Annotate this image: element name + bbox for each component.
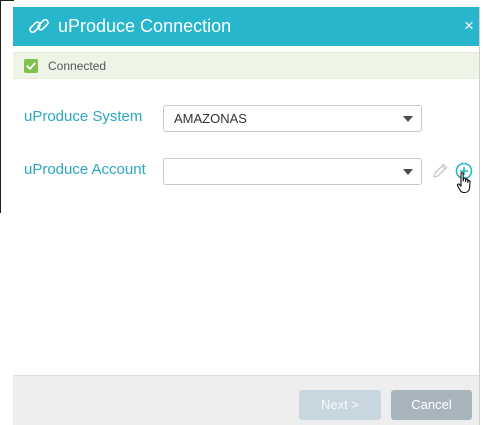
background-window-edge	[0, 0, 1, 213]
system-select-value: AMAZONAS	[174, 111, 247, 126]
chevron-down-icon	[403, 169, 413, 175]
chevron-down-icon	[403, 116, 413, 122]
next-button[interactable]: Next >	[299, 390, 381, 420]
account-label: uProduce Account	[24, 161, 146, 178]
status-banner: Connected	[13, 52, 479, 79]
background-window-edge-top	[0, 0, 14, 1]
dialog-footer: Next > Cancel	[13, 375, 479, 425]
account-select[interactable]	[163, 158, 422, 185]
status-text: Connected	[48, 59, 107, 73]
dialog-title: uProduce Connection	[58, 16, 232, 36]
uproduce-connection-dialog: uProduce Connection × Connected uProduce…	[13, 7, 480, 425]
system-select[interactable]: AMAZONAS	[163, 105, 422, 132]
dialog-titlebar: uProduce Connection ×	[13, 7, 479, 46]
close-button[interactable]: ×	[461, 16, 477, 36]
link-icon	[29, 18, 49, 34]
pencil-icon[interactable]	[430, 161, 450, 181]
system-label: uProduce System	[24, 108, 143, 125]
cancel-button[interactable]: Cancel	[391, 390, 472, 420]
check-icon	[24, 59, 38, 73]
hand-cursor-icon	[456, 172, 471, 194]
